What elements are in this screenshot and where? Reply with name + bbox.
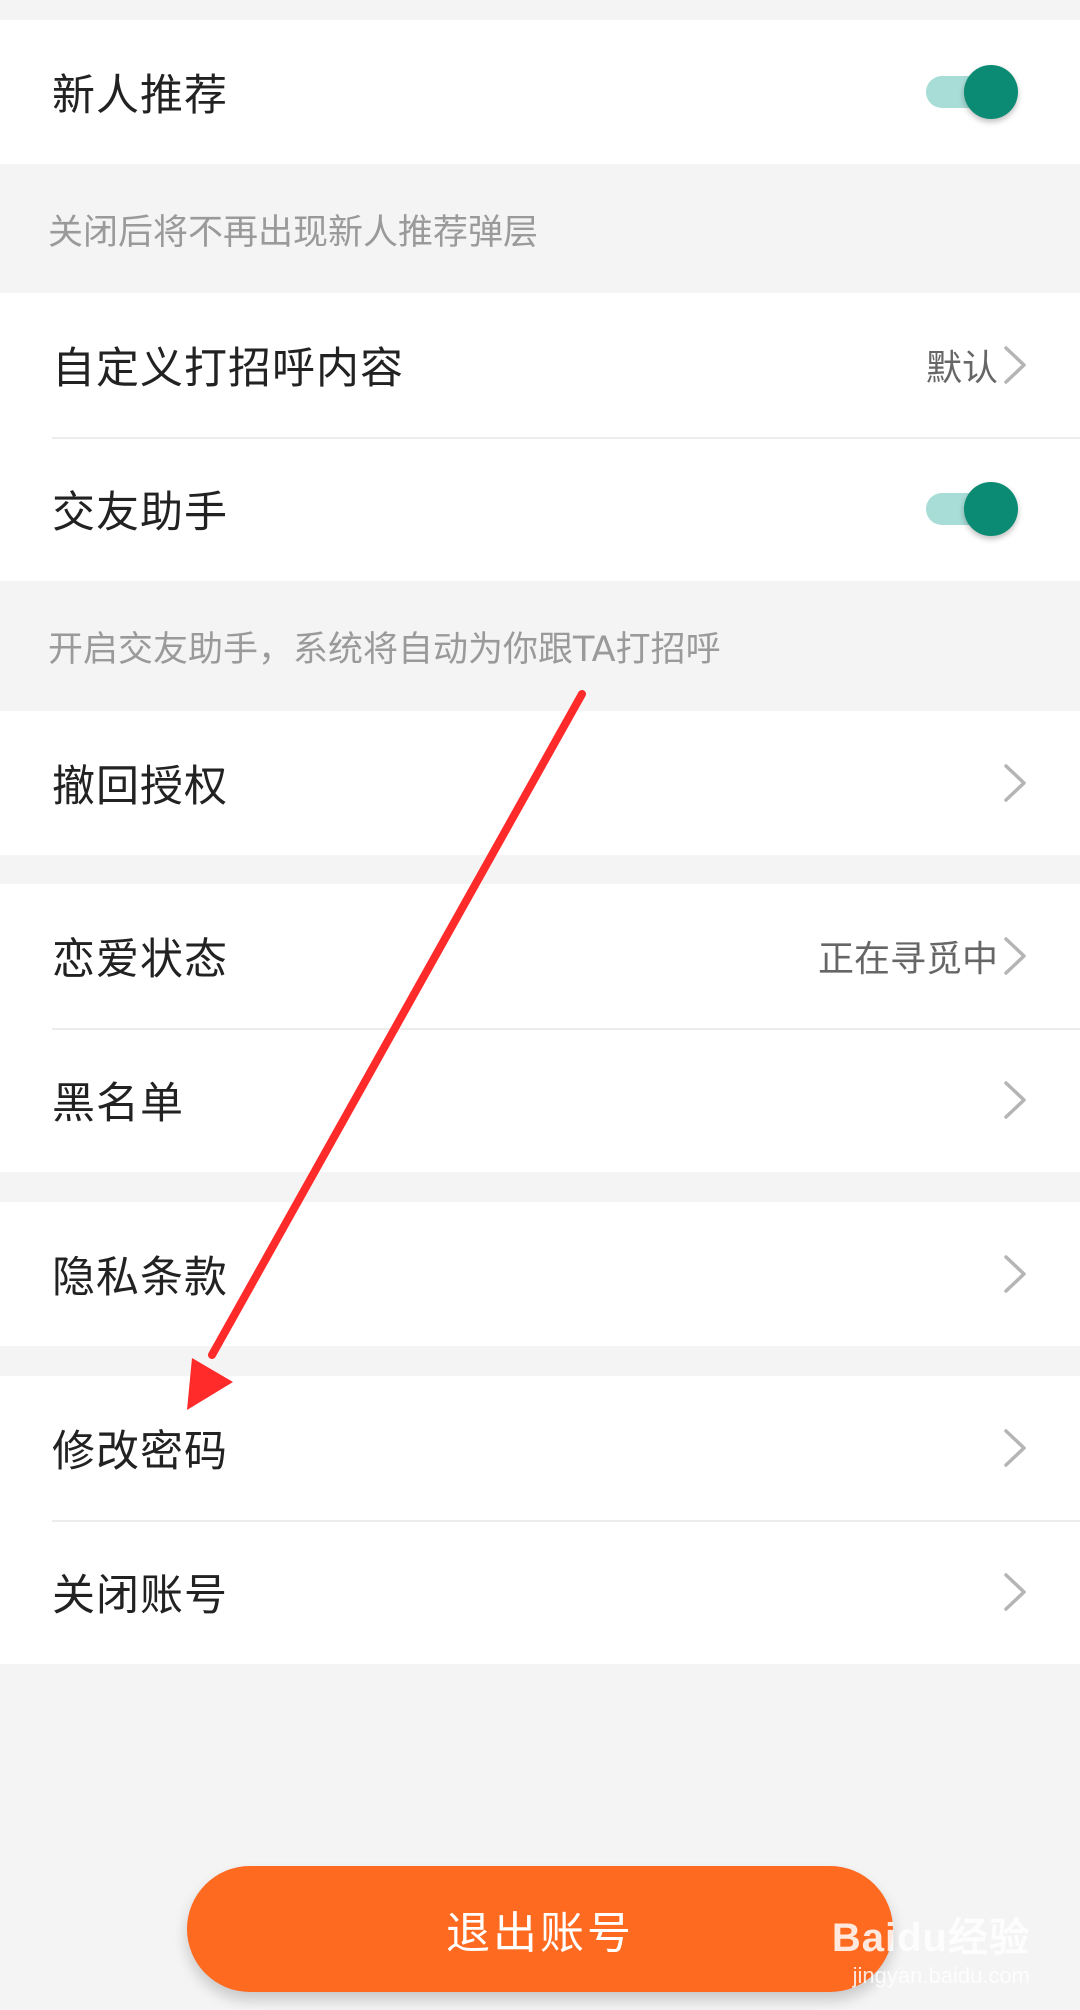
chevron-right-icon (1004, 1081, 1026, 1119)
settings-screen: 新人推荐 关闭后将不再出现新人推荐弹层 自定义打招呼内容 默认 交友助手 开启交… (0, 0, 1080, 2010)
group-relationship: 恋爱状态 正在寻觅中 黑名单 (0, 884, 1080, 1172)
row-value: 默认 (925, 348, 998, 389)
row-right (1000, 761, 1030, 805)
row-label: 交友助手 (52, 488, 228, 538)
chevron-right-icon (1004, 1429, 1026, 1467)
row-label: 撤回授权 (52, 762, 228, 812)
watermark-brand: Baidu经验 (831, 1916, 1030, 1960)
logout-button-label: 退出账号 (446, 1909, 634, 1958)
chevron-right-icon (1004, 937, 1026, 975)
row-label: 新人推荐 (52, 71, 228, 121)
newcomer-recommend-note: 关闭后将不再出现新人推荐弹层 (48, 213, 539, 253)
row-value: 正在寻觅中 (817, 939, 998, 980)
row-right: 默认 (926, 339, 1030, 391)
dating-assistant-toggle[interactable] (926, 482, 1018, 536)
baidu-watermark: Baidu经验 jingyan.baidu.com (790, 1905, 1030, 1995)
chevron-right-icon (1004, 346, 1026, 384)
toggle-knob (964, 482, 1018, 536)
group-greeting: 自定义打招呼内容 默认 交友助手 (0, 293, 1080, 581)
watermark-url: jingyan.baidu.com (852, 1963, 1030, 1988)
newcomer-recommend-toggle[interactable] (926, 65, 1018, 119)
row-custom-greeting[interactable]: 自定义打招呼内容 默认 (0, 293, 1080, 437)
row-right (1000, 1570, 1030, 1614)
row-right (1000, 1426, 1030, 1470)
row-label: 隐私条款 (52, 1253, 228, 1303)
chevron-right-icon (1004, 1255, 1026, 1293)
row-relationship-status[interactable]: 恋爱状态 正在寻觅中 (0, 884, 1080, 1028)
row-change-password[interactable]: 修改密码 (0, 1376, 1080, 1520)
row-newcomer-recommend: 新人推荐 (0, 20, 1080, 164)
row-right (1000, 1078, 1030, 1122)
group-newcomer: 新人推荐 (0, 20, 1080, 164)
row-dating-assistant: 交友助手 (0, 437, 1080, 581)
row-label: 黑名单 (52, 1079, 184, 1129)
row-privacy-terms[interactable]: 隐私条款 (0, 1202, 1080, 1346)
row-right: 正在寻觅中 (818, 930, 1030, 982)
row-revoke-authorization[interactable]: 撤回授权 (0, 711, 1080, 855)
group-authorization: 撤回授权 (0, 711, 1080, 855)
row-close-account[interactable]: 关闭账号 (0, 1520, 1080, 1664)
row-label: 修改密码 (52, 1427, 228, 1477)
row-blacklist[interactable]: 黑名单 (0, 1028, 1080, 1172)
chevron-right-icon (1004, 1573, 1026, 1611)
logout-button[interactable]: 退出账号 (187, 1866, 893, 1992)
chevron-right-icon (1004, 764, 1026, 802)
row-right (1000, 1252, 1030, 1296)
toggle-knob (964, 65, 1018, 119)
group-account: 修改密码 关闭账号 (0, 1376, 1080, 1664)
group-privacy: 隐私条款 (0, 1202, 1080, 1346)
row-label: 关闭账号 (52, 1571, 228, 1621)
dating-assistant-note: 开启交友助手，系统将自动为你跟TA打招呼 (48, 630, 721, 670)
row-label: 自定义打招呼内容 (52, 344, 404, 394)
row-label: 恋爱状态 (52, 935, 228, 985)
